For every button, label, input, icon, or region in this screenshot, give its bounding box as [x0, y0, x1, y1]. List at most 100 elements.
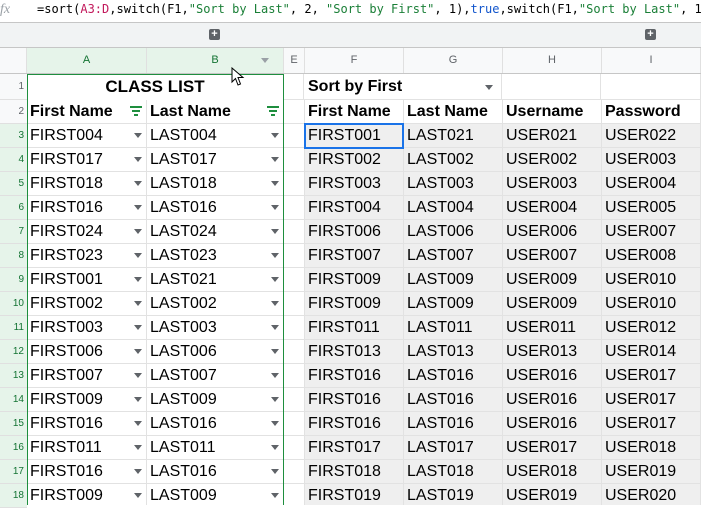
- left-data-cell[interactable]: FIRST003: [27, 316, 147, 340]
- cell-e[interactable]: [284, 148, 305, 172]
- right-data-cell[interactable]: FIRST001: [305, 124, 404, 148]
- right-data-cell[interactable]: USER017: [602, 412, 701, 436]
- left-header-cell[interactable]: Last Name: [147, 100, 284, 124]
- left-data-cell[interactable]: FIRST009: [27, 484, 147, 505]
- right-data-cell[interactable]: USER013: [503, 340, 602, 364]
- chevron-down-icon[interactable]: [271, 301, 279, 306]
- row-number[interactable]: 9: [0, 268, 27, 292]
- right-data-cell[interactable]: FIRST019: [305, 484, 404, 505]
- row-number[interactable]: 5: [0, 172, 27, 196]
- cell-e[interactable]: [284, 412, 305, 436]
- left-data-cell[interactable]: FIRST016: [27, 196, 147, 220]
- right-data-cell[interactable]: FIRST009: [305, 292, 404, 316]
- right-header-cell[interactable]: First Name: [305, 100, 404, 124]
- left-data-cell[interactable]: LAST002: [147, 292, 284, 316]
- chevron-down-icon[interactable]: [271, 469, 279, 474]
- chevron-down-icon[interactable]: [271, 205, 279, 210]
- right-data-cell[interactable]: USER005: [602, 196, 701, 220]
- left-data-cell[interactable]: LAST004: [147, 124, 284, 148]
- column-header-b[interactable]: B: [147, 48, 284, 73]
- right-data-cell[interactable]: USER008: [602, 244, 701, 268]
- right-data-cell[interactable]: USER020: [602, 484, 701, 505]
- cell-e[interactable]: [284, 316, 305, 340]
- chevron-down-icon[interactable]: [271, 253, 279, 258]
- left-data-cell[interactable]: LAST016: [147, 460, 284, 484]
- chevron-down-icon[interactable]: [271, 325, 279, 330]
- right-data-cell[interactable]: LAST007: [404, 244, 503, 268]
- chevron-down-icon[interactable]: [134, 301, 142, 306]
- right-header-cell[interactable]: Username: [503, 100, 602, 124]
- right-data-cell[interactable]: USER004: [602, 172, 701, 196]
- cell-e[interactable]: [284, 196, 305, 220]
- right-data-cell[interactable]: USER018: [602, 436, 701, 460]
- right-data-cell[interactable]: USER017: [602, 364, 701, 388]
- right-data-cell[interactable]: LAST019: [404, 484, 503, 505]
- right-data-cell[interactable]: LAST004: [404, 196, 503, 220]
- cell-e[interactable]: [284, 340, 305, 364]
- left-data-cell[interactable]: LAST016: [147, 412, 284, 436]
- row-number[interactable]: 6: [0, 196, 27, 220]
- chevron-down-icon[interactable]: [134, 181, 142, 186]
- left-data-cell[interactable]: FIRST009: [27, 388, 147, 412]
- chevron-down-icon[interactable]: [271, 133, 279, 138]
- right-data-cell[interactable]: LAST021: [404, 124, 503, 148]
- chevron-down-icon[interactable]: [271, 181, 279, 186]
- left-data-cell[interactable]: FIRST006: [27, 340, 147, 364]
- row-number[interactable]: 2: [0, 100, 27, 124]
- column-header-a[interactable]: A: [27, 48, 147, 73]
- column-header-h[interactable]: H: [503, 48, 602, 73]
- right-data-cell[interactable]: LAST003: [404, 172, 503, 196]
- left-data-cell[interactable]: FIRST018: [27, 172, 147, 196]
- cell-h1[interactable]: [502, 74, 601, 100]
- left-data-cell[interactable]: FIRST016: [27, 460, 147, 484]
- left-header-cell[interactable]: First Name: [27, 100, 147, 124]
- right-data-cell[interactable]: USER010: [602, 292, 701, 316]
- cell-i1[interactable]: [601, 74, 701, 100]
- cell-e[interactable]: [284, 364, 305, 388]
- filter-icon[interactable]: [130, 106, 142, 116]
- chevron-down-icon[interactable]: [134, 493, 142, 498]
- left-data-cell[interactable]: FIRST004: [27, 124, 147, 148]
- cell-e2[interactable]: [284, 100, 305, 124]
- row-number[interactable]: 18: [0, 484, 27, 508]
- left-data-cell[interactable]: FIRST011: [27, 436, 147, 460]
- right-data-cell[interactable]: FIRST011: [305, 316, 404, 340]
- row-number[interactable]: 10: [0, 292, 27, 316]
- right-data-cell[interactable]: USER017: [503, 436, 602, 460]
- chevron-down-icon[interactable]: [271, 373, 279, 378]
- right-data-cell[interactable]: FIRST018: [305, 460, 404, 484]
- right-header-cell[interactable]: Password: [602, 100, 701, 124]
- cell-e[interactable]: [284, 268, 305, 292]
- right-data-cell[interactable]: LAST002: [404, 148, 503, 172]
- chevron-down-icon[interactable]: [134, 253, 142, 258]
- right-data-cell[interactable]: USER022: [602, 124, 701, 148]
- right-data-cell[interactable]: USER016: [503, 364, 602, 388]
- left-data-cell[interactable]: FIRST002: [27, 292, 147, 316]
- chevron-down-icon[interactable]: [271, 397, 279, 402]
- expand-group-plus-icon[interactable]: +: [645, 29, 656, 40]
- right-data-cell[interactable]: LAST017: [404, 436, 503, 460]
- chevron-down-icon[interactable]: [134, 445, 142, 450]
- chevron-down-icon[interactable]: [261, 58, 269, 63]
- formula-bar[interactable]: fx =sort(A3:D,switch(F1,"Sort by Last", …: [0, 0, 701, 23]
- left-data-cell[interactable]: FIRST001: [27, 268, 147, 292]
- row-number[interactable]: 17: [0, 460, 27, 484]
- right-data-cell[interactable]: LAST006: [404, 220, 503, 244]
- right-data-cell[interactable]: FIRST007: [305, 244, 404, 268]
- chevron-down-icon[interactable]: [134, 133, 142, 138]
- right-data-cell[interactable]: LAST009: [404, 268, 503, 292]
- cell-e1[interactable]: [283, 74, 304, 100]
- left-data-cell[interactable]: LAST018: [147, 172, 284, 196]
- right-data-cell[interactable]: FIRST004: [305, 196, 404, 220]
- right-data-cell[interactable]: FIRST003: [305, 172, 404, 196]
- chevron-down-icon[interactable]: [134, 325, 142, 330]
- cell-e[interactable]: [284, 124, 305, 148]
- right-data-cell[interactable]: LAST016: [404, 412, 503, 436]
- left-data-cell[interactable]: LAST009: [147, 484, 284, 505]
- select-all-corner[interactable]: [0, 48, 27, 73]
- column-header-g[interactable]: G: [404, 48, 503, 73]
- right-data-cell[interactable]: USER004: [503, 196, 602, 220]
- left-data-cell[interactable]: FIRST024: [27, 220, 147, 244]
- right-data-cell[interactable]: USER009: [503, 268, 602, 292]
- chevron-down-icon[interactable]: [485, 85, 493, 90]
